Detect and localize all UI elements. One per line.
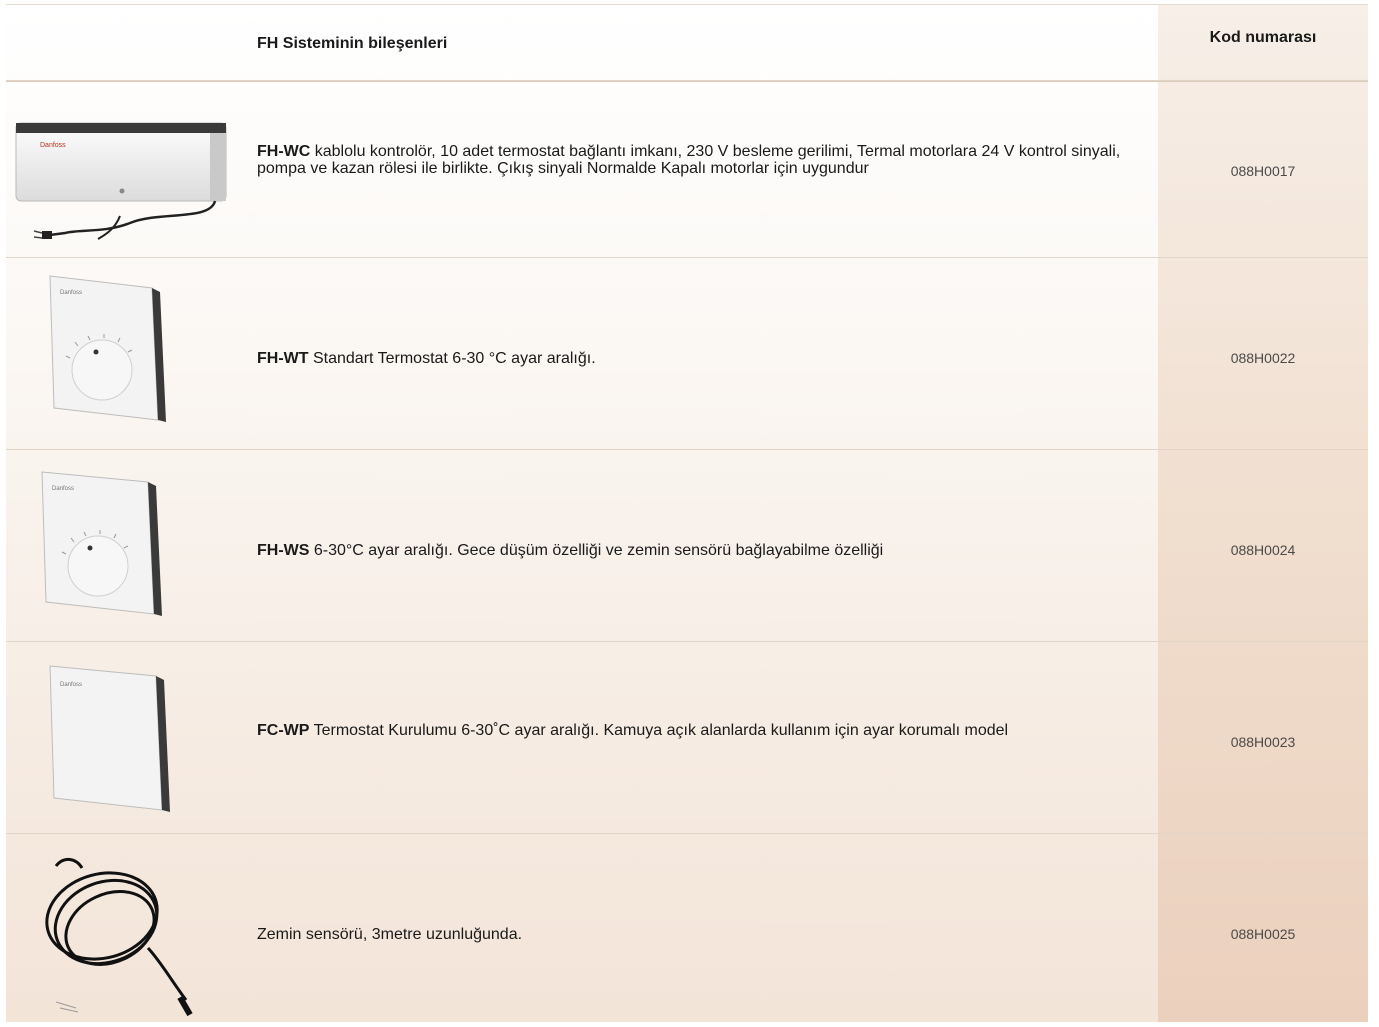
model-name: FH-WS	[257, 542, 310, 559]
description-text: Termostat Kurulumu 6-30˚C ayar aralığı. …	[309, 722, 1009, 739]
description-text: Standart Termostat 6-30 °C ayar aralığı.	[308, 350, 596, 367]
table-header: FH Sisteminin bileşenleri Kod numarası	[6, 4, 1368, 82]
description-text: Zemin sensörü, 3metre uzunluğunda.	[257, 926, 523, 943]
svg-text:Danfoss: Danfoss	[60, 682, 82, 688]
svg-text:Danfoss: Danfoss	[40, 142, 66, 149]
table-row: Danfoss FH-WS 6-30°C ayar aralığı. Gece …	[6, 449, 1368, 642]
row-description: Zemin sensörü, 3metre uzunluğunda.	[257, 926, 1137, 943]
code-number: 088H0024	[1230, 542, 1296, 558]
table-row: Danfoss FH-WT Standart Termostat 6-30 °C…	[6, 257, 1368, 450]
table-row: Zemin sensörü, 3metre uzunluğunda. 088H0…	[6, 833, 1368, 1023]
svg-text:Danfoss: Danfoss	[52, 486, 74, 492]
model-name: FH-WC	[257, 143, 311, 160]
row-description: FC-WP Termostat Kurulumu 6-30˚C ayar ara…	[257, 722, 1137, 739]
row-description: FH-WT Standart Termostat 6-30 °C ayar ar…	[257, 350, 1137, 367]
thermostat-blank-image: Danfoss	[44, 660, 272, 825]
header-code: Kod numarası	[1209, 29, 1317, 46]
code-number: 088H0023	[1230, 734, 1296, 750]
code-number: 088H0022	[1230, 350, 1296, 366]
thermostat-image: Danfoss	[34, 464, 262, 629]
sensor-cable-image	[36, 852, 264, 1027]
row-description: FH-WS 6-30°C ayar aralığı. Gece düşüm öz…	[257, 542, 1137, 559]
header-description: FH Sisteminin bileşenleri	[257, 35, 448, 52]
code-number: 088H0017	[1230, 163, 1296, 179]
components-table: FH Sisteminin bileşenleri Kod numarası D…	[6, 4, 1368, 1022]
model-name: FC-WP	[257, 722, 310, 739]
svg-text:Danfoss: Danfoss	[60, 290, 82, 296]
table-row: Danfoss FC-WP Termostat Kurulumu 6-30˚C …	[6, 641, 1368, 834]
table-row: Danfoss FH-WC kablolu kontrolör, 10 adet…	[6, 80, 1368, 258]
model-name: FH-WT	[257, 350, 309, 367]
description-text: 6-30°C ayar aralığı. Gece düşüm özelliği…	[309, 542, 884, 559]
controller-box-image: Danfoss	[10, 111, 238, 256]
thermostat-image: Danfoss	[40, 270, 268, 435]
code-number: 088H0025	[1230, 926, 1296, 942]
description-text: kablolu kontrolör, 10 adet termostat bağ…	[257, 143, 1121, 177]
row-description: FH-WC kablolu kontrolör, 10 adet termost…	[257, 143, 1137, 177]
